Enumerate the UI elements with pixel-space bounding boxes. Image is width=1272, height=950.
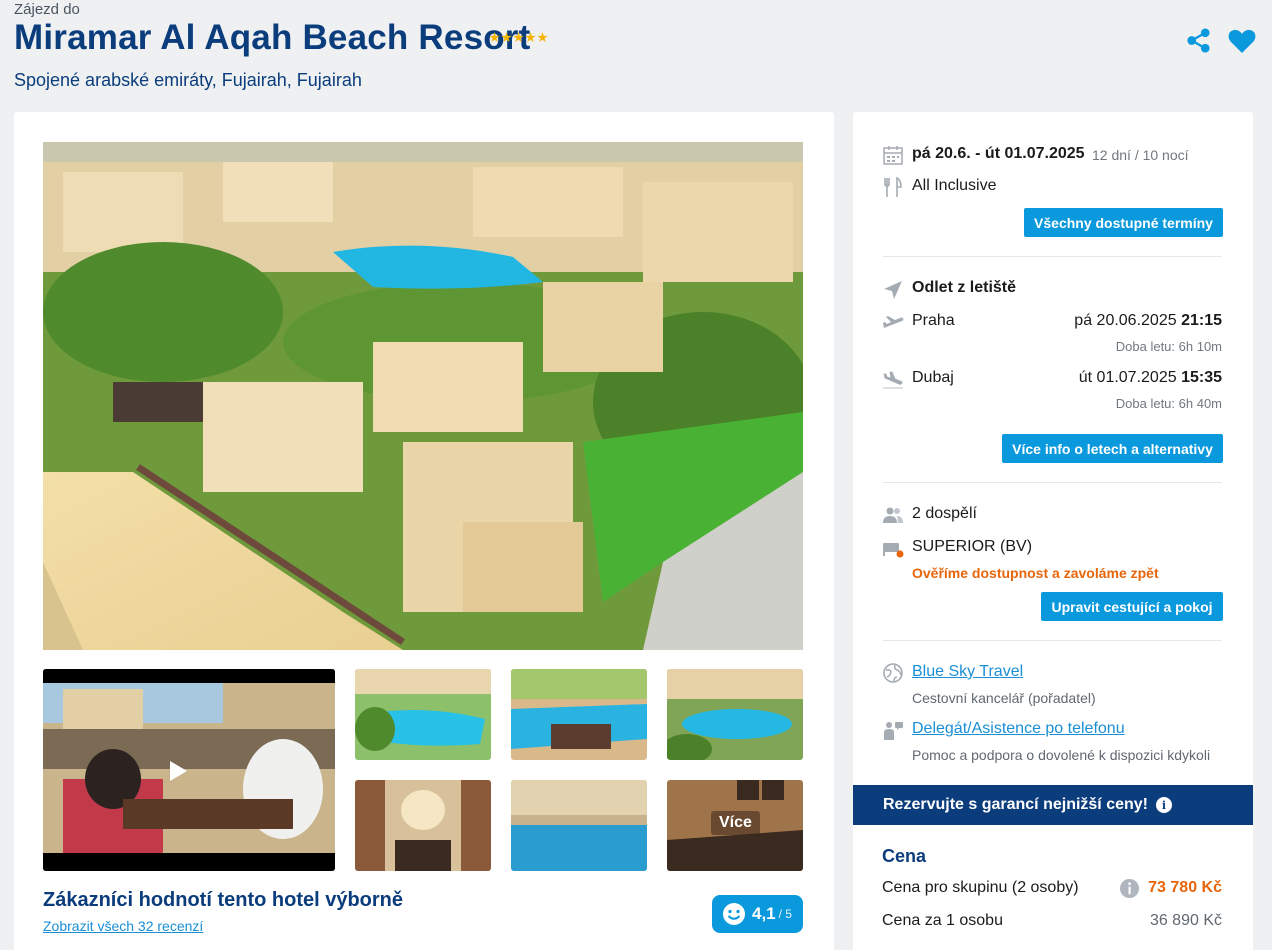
return-city: Dubaj <box>912 369 954 386</box>
show-all-reviews-link[interactable]: Zobrazit všech 32 recenzí <box>43 918 203 934</box>
hotel-location: Spojené arabské emiráty, Fujairah, Fujai… <box>14 70 362 90</box>
info-icon[interactable]: i <box>1156 797 1172 813</box>
rating-badge[interactable]: 4,1 / 5 <box>712 895 803 933</box>
gallery-thumbnail[interactable] <box>355 669 491 760</box>
star-icon <box>489 32 500 43</box>
star-icon <box>501 32 512 43</box>
favorite-heart-icon[interactable] <box>1228 28 1256 54</box>
play-icon[interactable] <box>168 760 188 782</box>
share-icon[interactable] <box>1185 27 1212 54</box>
all-dates-button[interactable]: Všechny dostupné termíny <box>1024 208 1223 237</box>
outbound-flight-duration: Doba letu: 6h 10m <box>1115 339 1222 354</box>
people-icon <box>883 507 903 523</box>
return-date: út 01.07.2025 15:35 <box>1079 369 1222 387</box>
outbound-date-value: pá 20.06.2025 <box>1074 312 1177 329</box>
price-heading: Cena <box>882 846 927 866</box>
divider <box>883 256 1222 257</box>
calendar-icon <box>883 146 903 165</box>
support-agent-icon <box>884 722 903 740</box>
rating-max: / 5 <box>778 907 792 921</box>
cutlery-icon <box>884 176 902 197</box>
star-icon <box>525 32 536 43</box>
group-price-label: Cena pro skupinu (2 osoby) <box>882 879 1079 896</box>
trip-duration: 12 dní / 10 nocí <box>1092 147 1189 163</box>
rating-value: 4,1 <box>752 904 776 923</box>
return-date-value: út 01.07.2025 <box>1078 369 1177 386</box>
flight-info-button[interactable]: Více info o letech a alternativy <box>1002 434 1223 463</box>
divider <box>883 482 1222 483</box>
review-summary-title: Zákazníci hodnotí tento hotel výborně <box>43 889 404 911</box>
page-pretitle: Zájezd do <box>14 1 80 18</box>
room-bed-icon <box>883 543 904 558</box>
per-person-label: Cena za 1 osobu <box>882 912 1003 929</box>
outbound-date: pá 20.06.2025 21:15 <box>1074 312 1222 330</box>
edit-travelers-button[interactable]: Upravit cestující a pokoj <box>1041 592 1223 621</box>
departure-heading: Odlet z letiště <box>912 279 1017 296</box>
smiley-icon <box>723 903 745 925</box>
price-info-icon[interactable] <box>1119 878 1140 899</box>
return-flight-duration: Doba letu: 6h 40m <box>1115 396 1222 411</box>
gallery-thumbnail[interactable] <box>355 780 491 871</box>
star-rating <box>489 32 548 43</box>
group-price: 73 780 Kč <box>1148 879 1222 896</box>
board-type: All Inclusive <box>912 177 997 194</box>
gallery-thumbnail[interactable] <box>511 669 647 760</box>
gallery-thumbnail[interactable] <box>511 780 647 871</box>
divider <box>883 640 1222 641</box>
main-hotel-photo[interactable] <box>43 142 803 650</box>
globe-icon <box>883 663 903 683</box>
delegate-link[interactable]: Delegát/Asistence po telefonu <box>912 720 1125 738</box>
video-thumbnail[interactable] <box>43 669 335 871</box>
plane-takeoff-icon <box>883 316 904 328</box>
outbound-city: Praha <box>912 312 955 329</box>
hotel-title: Miramar Al Aqah Beach Resort <box>14 18 531 57</box>
agency-link[interactable]: Blue Sky Travel <box>912 663 1023 681</box>
plane-landing-icon <box>883 371 903 389</box>
return-time: 15:35 <box>1181 369 1222 386</box>
travelers-count: 2 dospělí <box>912 505 977 522</box>
trip-dates: pá 20.6. - út 01.07.2025 <box>912 145 1085 162</box>
availability-note: Ověříme dostupnost a zavoláme zpět <box>912 565 1159 581</box>
room-type: SUPERIOR (BV) <box>912 538 1033 555</box>
more-photos-label[interactable]: Více <box>711 811 760 835</box>
plane-direction-icon <box>884 281 902 299</box>
gallery-thumbnail[interactable] <box>667 669 803 760</box>
delegate-description: Pomoc a podpora o dovolené k dispozici k… <box>912 747 1211 763</box>
outbound-time: 21:15 <box>1181 312 1222 329</box>
agency-description: Cestovní kancelář (pořadatel) <box>912 690 1096 706</box>
star-icon <box>537 32 548 43</box>
lowest-price-banner: Rezervujte s garancí nejnižší ceny! i <box>853 785 1253 825</box>
banner-text: Rezervujte s garancí nejnižší ceny! <box>883 796 1148 813</box>
star-icon <box>513 32 524 43</box>
per-person-price: 36 890 Kč <box>1149 912 1222 929</box>
